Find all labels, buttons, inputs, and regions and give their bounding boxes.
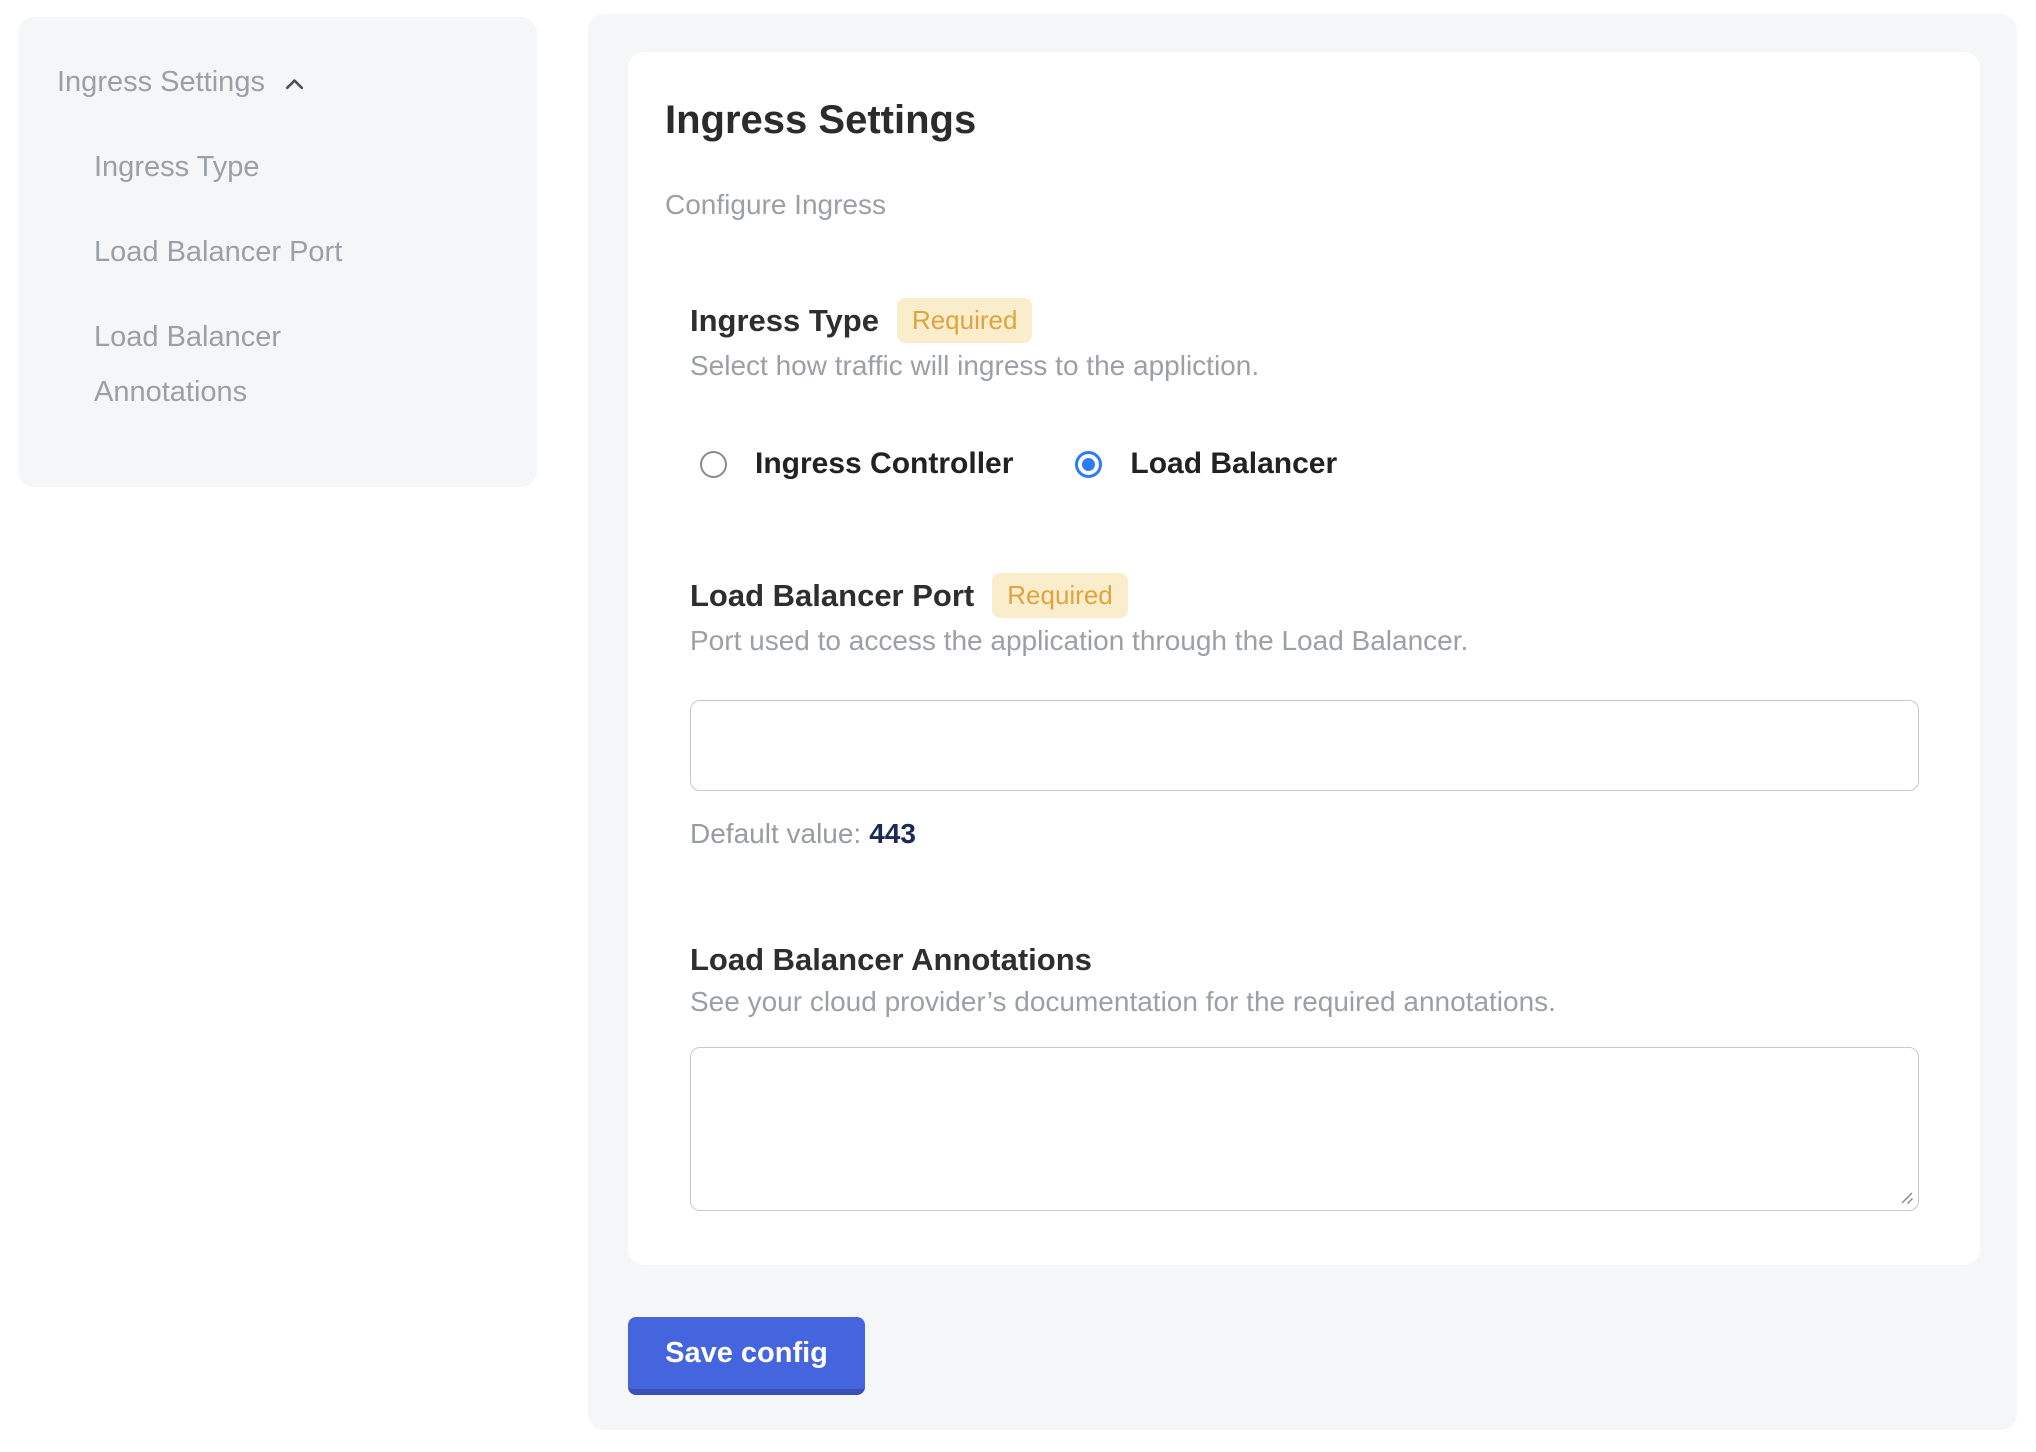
lb-annotations-textarea-wrap bbox=[690, 1047, 1919, 1211]
radio-option-load-balancer[interactable]: Load Balancer bbox=[1075, 447, 1337, 481]
load-balancer-port-input[interactable] bbox=[690, 700, 1919, 791]
sidebar-item-load-balancer-port[interactable]: Load Balancer Port bbox=[94, 225, 394, 280]
radio-label-ingress-controller[interactable]: Ingress Controller bbox=[755, 447, 1013, 481]
section-load-balancer-annotations: Load Balancer Annotations See your cloud… bbox=[690, 941, 1920, 1211]
save-config-button[interactable]: Save config bbox=[628, 1317, 865, 1395]
ingress-type-heading: Ingress Type bbox=[690, 302, 879, 340]
radio-ingress-controller[interactable] bbox=[700, 451, 727, 478]
default-value-label: Default value: bbox=[690, 818, 861, 849]
radio-option-ingress-controller[interactable]: Ingress Controller bbox=[700, 447, 1013, 481]
ingress-settings-card: Ingress Settings Configure Ingress Ingre… bbox=[628, 52, 1980, 1265]
section-load-balancer-port: Load Balancer Port Required Port used to… bbox=[690, 573, 1920, 851]
required-badge: Required bbox=[992, 573, 1128, 618]
sidebar-root-label: Ingress Settings bbox=[57, 55, 265, 110]
lb-port-heading: Load Balancer Port bbox=[690, 577, 974, 615]
default-value-number: 443 bbox=[869, 818, 916, 849]
radio-label-load-balancer[interactable]: Load Balancer bbox=[1130, 447, 1337, 481]
page: Ingress Settings Ingress Type Load Balan… bbox=[0, 0, 2036, 1452]
required-badge: Required bbox=[897, 298, 1033, 343]
sidebar-item-ingress-type[interactable]: Ingress Type bbox=[94, 140, 394, 195]
section-ingress-type: Ingress Type Required Select how traffic… bbox=[690, 298, 1920, 481]
sidebar-item-load-balancer-annotations[interactable]: Load Balancer Annotations bbox=[94, 310, 394, 420]
lb-annotations-heading: Load Balancer Annotations bbox=[690, 941, 1092, 979]
radio-load-balancer[interactable] bbox=[1075, 451, 1102, 478]
sidebar-item-ingress-settings[interactable]: Ingress Settings bbox=[57, 55, 513, 110]
load-balancer-annotations-textarea[interactable] bbox=[690, 1047, 1919, 1211]
lb-annotations-description: See your cloud provider’s documentation … bbox=[690, 985, 1920, 1019]
page-subtitle: Configure Ingress bbox=[665, 188, 1920, 222]
chevron-up-icon[interactable] bbox=[281, 71, 308, 98]
default-value-line: Default value: 443 bbox=[690, 817, 1920, 851]
form-sections: Ingress Type Required Select how traffic… bbox=[690, 298, 1920, 1211]
lb-port-description: Port used to access the application thro… bbox=[690, 624, 1920, 658]
ingress-type-radio-group: Ingress Controller Load Balancer bbox=[700, 447, 1920, 481]
ingress-type-description: Select how traffic will ingress to the a… bbox=[690, 349, 1920, 383]
sidebar-subitems: Ingress Type Load Balancer Port Load Bal… bbox=[94, 140, 513, 420]
main-panel: Ingress Settings Configure Ingress Ingre… bbox=[588, 14, 2017, 1430]
page-title: Ingress Settings bbox=[665, 96, 1920, 144]
settings-sidebar: Ingress Settings Ingress Type Load Balan… bbox=[18, 17, 537, 487]
radio-selected-dot bbox=[1082, 458, 1095, 471]
